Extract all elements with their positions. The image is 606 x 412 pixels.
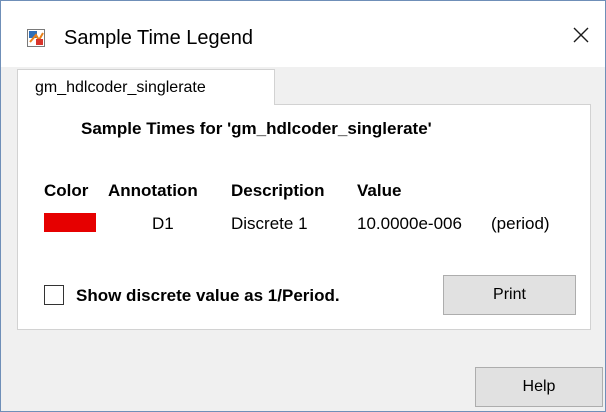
color-swatch xyxy=(44,213,96,232)
sample-time-legend-window: Sample Time Legend gm_hdlcoder_singlerat… xyxy=(0,0,606,412)
value-suffix-cell: (period) xyxy=(491,214,550,233)
show-discrete-value-label[interactable]: Show discrete value as 1/Period. xyxy=(76,285,340,307)
sample-times-panel: Sample Times for 'gm_hdlcoder_singlerate… xyxy=(17,104,591,330)
column-header-color: Color xyxy=(44,181,89,200)
show-discrete-value-checkbox[interactable] xyxy=(44,285,64,305)
value-cell: 10.0000e-006 xyxy=(357,214,462,233)
annotation-cell: D1 xyxy=(152,214,174,233)
close-button[interactable] xyxy=(563,21,599,53)
column-header-description: Description xyxy=(231,181,325,200)
column-header-annotation: Annotation xyxy=(108,181,198,200)
window-title: Sample Time Legend xyxy=(64,27,254,49)
tab-gm-hdlcoder-singlerate[interactable]: gm_hdlcoder_singlerate xyxy=(17,69,275,105)
print-button[interactable]: Print xyxy=(443,275,576,315)
description-cell: Discrete 1 xyxy=(231,214,308,233)
tab-label: gm_hdlcoder_singlerate xyxy=(35,79,206,96)
close-icon xyxy=(573,27,589,48)
column-header-value: Value xyxy=(357,181,402,200)
title-bar: Sample Time Legend xyxy=(1,1,605,67)
help-button[interactable]: Help xyxy=(475,367,603,407)
simulink-app-icon xyxy=(27,29,45,47)
panel-heading: Sample Times for 'gm_hdlcoder_singlerate… xyxy=(81,119,432,138)
